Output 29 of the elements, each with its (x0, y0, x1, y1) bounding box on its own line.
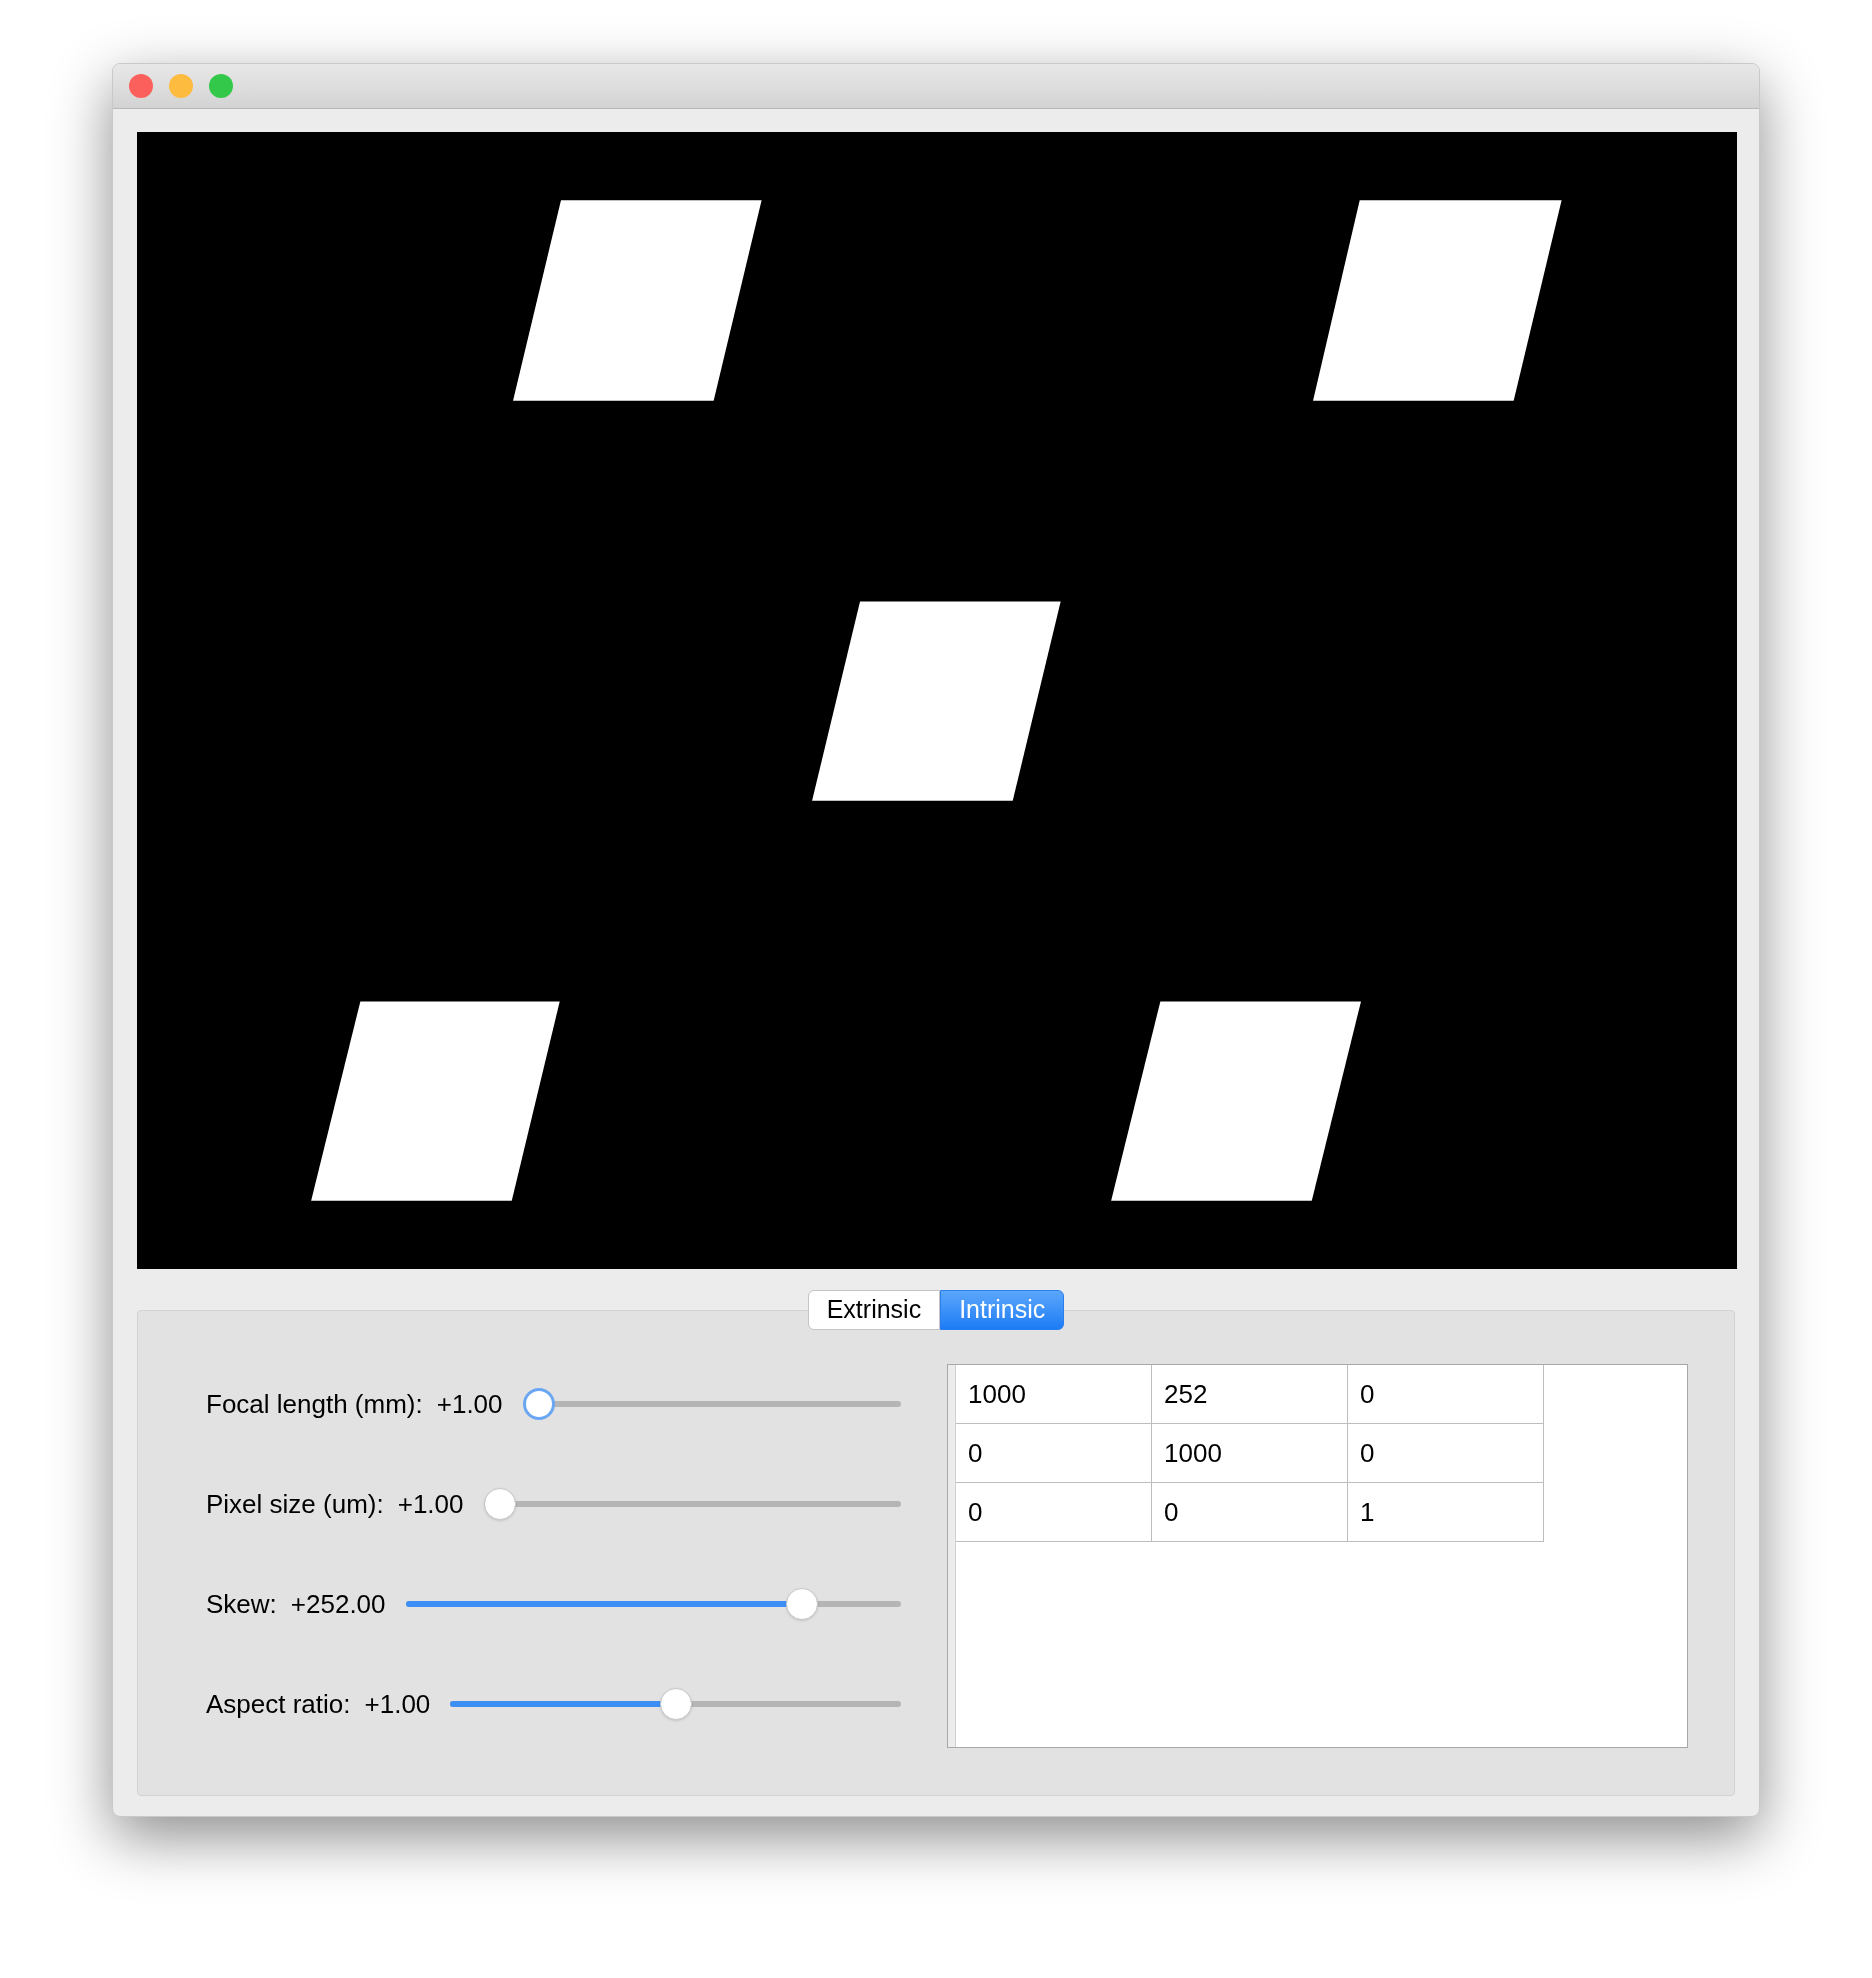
tab[interactable]: Extrinsic (807, 1290, 941, 1330)
window-control-button[interactable] (209, 74, 233, 98)
slider-thumb[interactable] (659, 1688, 692, 1720)
slider-reading: +252.00 (290, 1587, 386, 1621)
table-cell: 0 (956, 1483, 1153, 1542)
slider[interactable] (483, 1487, 902, 1521)
slider-reading: +1.00 (364, 1687, 431, 1721)
slider-thumb[interactable] (522, 1388, 555, 1420)
slider[interactable] (450, 1687, 902, 1721)
slider-label: Skew: (206, 1587, 277, 1621)
slider[interactable] (405, 1587, 902, 1621)
table-cell: 0 (956, 1424, 1153, 1483)
table-cell: 0 (1348, 1424, 1545, 1483)
table-cell: 1000 (1152, 1424, 1349, 1483)
table-cell: 252 (1152, 1365, 1349, 1424)
slider[interactable] (522, 1387, 902, 1421)
table-cell: 0 (1152, 1483, 1349, 1542)
slider-label: Aspect ratio: (206, 1687, 351, 1721)
table-cell: 0 (1348, 1365, 1545, 1424)
table-cell: 1 (1348, 1483, 1545, 1542)
window-control-button[interactable] (129, 74, 153, 98)
slider-reading: +1.00 (397, 1487, 464, 1521)
slider-label: Focal length (mm): (206, 1387, 423, 1421)
window-control-button[interactable] (169, 74, 193, 98)
slider-label: Pixel size (um): (206, 1487, 384, 1521)
slider-reading: +1.00 (436, 1387, 503, 1421)
slider-thumb[interactable] (483, 1488, 516, 1520)
slider-thumb[interactable] (785, 1588, 818, 1620)
table-cell: 1000 (956, 1365, 1153, 1424)
